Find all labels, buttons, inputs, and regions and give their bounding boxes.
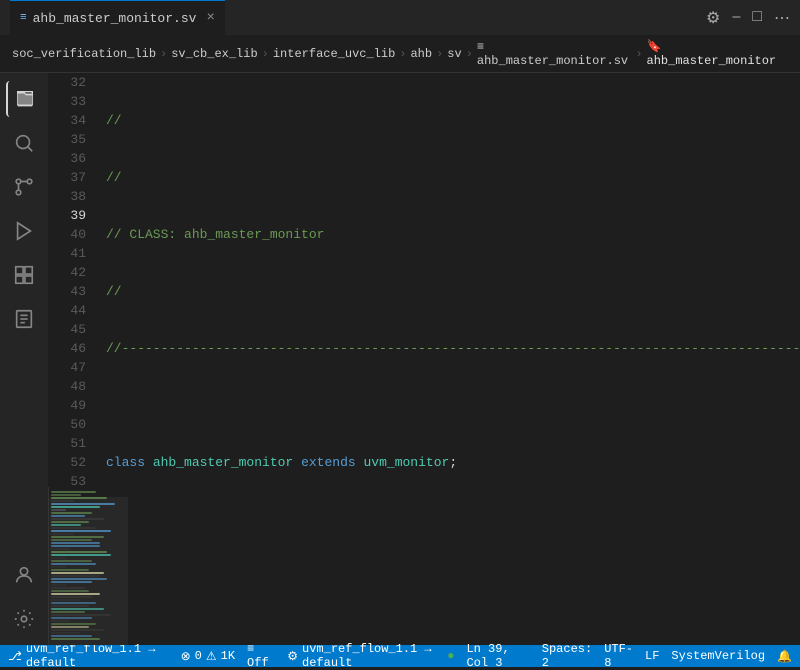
code-area[interactable]: 32 33 34 35 36 37 38 39 40 41 42 43 44 4… <box>48 73 800 487</box>
breadcrumb-current[interactable]: 🔖 ahb_master_monitor <box>647 39 788 68</box>
flow-icon: ⚙ <box>287 649 298 664</box>
tab-filename: ahb_master_monitor.sv <box>33 11 197 26</box>
cursor-position[interactable]: Ln 39, Col 3 <box>466 642 529 670</box>
extensions-icon[interactable] <box>6 257 42 293</box>
breadcrumb-item[interactable]: sv_cb_ex_lib <box>171 47 257 61</box>
file-icon: ≡ <box>20 12 27 24</box>
settings-icon[interactable]: ⚙ <box>706 8 720 28</box>
language-indicator[interactable]: SystemVerilog <box>671 649 765 663</box>
spaces-text: Spaces: 2 <box>542 642 592 670</box>
flow-text: uvm_ref_flow_1.1 → default <box>302 642 435 670</box>
code-line: // <box>106 168 800 187</box>
flow-indicator[interactable]: ⚙ uvm_ref_flow_1.1 → default <box>287 642 435 670</box>
cursor-text: Ln 39, Col 3 <box>466 642 529 670</box>
git-icon: ⎇ <box>8 649 22 664</box>
encoding-indicator[interactable]: UTF-8 <box>604 642 633 670</box>
breadcrumb-item[interactable]: sv <box>447 47 461 61</box>
spaces-indicator[interactable]: Spaces: 2 <box>542 642 592 670</box>
warning-count: 1K <box>221 649 235 663</box>
notification-icon[interactable]: 🔔 <box>777 649 792 664</box>
maximize-icon[interactable]: □ <box>752 8 762 28</box>
warning-icon: ⚠ <box>206 649 217 664</box>
title-bar: ≡ ahb_master_monitor.sv × ⚙ ⎯ □ ⋯ <box>0 0 800 35</box>
off-status[interactable]: ≡ Off <box>247 642 275 670</box>
run-icon[interactable] <box>6 213 42 249</box>
error-icon: ⊗ <box>181 649 191 664</box>
activity-bar <box>0 73 48 645</box>
breadcrumb: soc_verification_lib › sv_cb_ex_lib › in… <box>0 35 800 73</box>
breadcrumb-item[interactable]: ahb <box>410 47 432 61</box>
code-line: class ahb_master_monitor extends uvm_mon… <box>106 453 800 472</box>
activity-bar-bottom <box>6 557 42 645</box>
search-icon[interactable] <box>6 125 42 161</box>
minimize-icon[interactable]: ⎯ <box>732 8 740 28</box>
breadcrumb-item[interactable]: interface_uvc_lib <box>273 47 395 61</box>
language-text: SystemVerilog <box>671 649 765 663</box>
breadcrumb-item[interactable]: ≡ ahb_master_monitor.sv <box>477 40 631 68</box>
explorer-icon[interactable] <box>6 81 42 117</box>
error-count: 0 <box>195 649 202 663</box>
code-line <box>106 396 800 415</box>
editor: 32 33 34 35 36 37 38 39 40 41 42 43 44 4… <box>48 73 800 645</box>
code-line: //--------------------------------------… <box>106 339 800 358</box>
minimap <box>48 487 128 645</box>
source-control-icon[interactable] <box>6 169 42 205</box>
notebook-icon[interactable] <box>6 301 42 337</box>
more-icon[interactable]: ⋯ <box>774 8 790 28</box>
breadcrumb-item[interactable]: soc_verification_lib <box>12 47 156 61</box>
settings-gear-icon[interactable] <box>6 601 42 637</box>
code-line: // CLASS: ahb_master_monitor <box>106 225 800 244</box>
git-branch-name: uvm_ref_flow_1.1 → default <box>26 642 169 670</box>
dot-icon: ● <box>447 649 454 663</box>
line-ending-indicator[interactable]: LF <box>645 649 659 663</box>
account-icon[interactable] <box>6 557 42 593</box>
editor-tab[interactable]: ≡ ahb_master_monitor.sv × <box>10 0 225 35</box>
line-numbers: 32 33 34 35 36 37 38 39 40 41 42 43 44 4… <box>48 73 96 487</box>
code-line: // <box>106 282 800 301</box>
main-area: 32 33 34 35 36 37 38 39 40 41 42 43 44 4… <box>0 73 800 645</box>
git-branch[interactable]: ⎇ uvm_ref_flow_1.1 → default <box>8 642 169 670</box>
errors-status[interactable]: ⊗ 0 ⚠ 1K <box>181 649 235 664</box>
dot-indicator: ● <box>447 649 454 663</box>
code-line: // <box>106 111 800 130</box>
bell-icon: 🔔 <box>777 649 792 664</box>
line-ending-text: LF <box>645 649 659 663</box>
status-right: ⚙ uvm_ref_flow_1.1 → default ● Ln 39, Co… <box>287 642 792 670</box>
code-content[interactable]: // // // CLASS: ahb_master_monitor // //… <box>96 73 800 487</box>
off-label: ≡ Off <box>247 642 275 670</box>
status-bar: ⎇ uvm_ref_flow_1.1 → default ⊗ 0 ⚠ 1K ≡ … <box>0 645 800 667</box>
status-left: ⎇ uvm_ref_flow_1.1 → default ⊗ 0 ⚠ 1K ≡ … <box>8 642 275 670</box>
window-controls: ⚙ ⎯ □ ⋯ <box>706 8 790 28</box>
tab-close-button[interactable]: × <box>206 10 214 26</box>
encoding-text: UTF-8 <box>604 642 633 670</box>
